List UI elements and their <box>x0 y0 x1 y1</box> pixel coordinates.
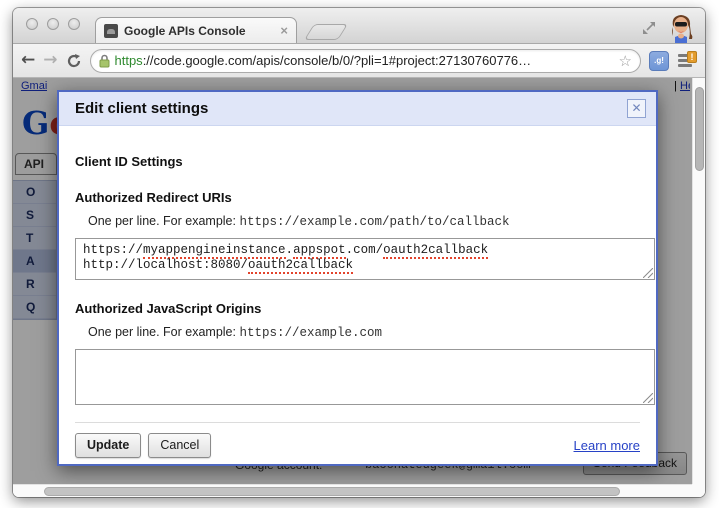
bookmark-star-icon[interactable]: ☆ <box>619 52 632 70</box>
dialog-body: Client ID Settings Authorized Redirect U… <box>59 154 656 458</box>
fullscreen-expand-icon[interactable] <box>641 20 657 36</box>
textarea-line: https://myappengineinstance.appspot.com/… <box>83 243 647 258</box>
tab-close-icon[interactable]: × <box>280 24 288 37</box>
traffic-lights <box>26 18 80 30</box>
scrollbar-corner <box>692 484 705 497</box>
minimize-window-button[interactable] <box>47 18 59 30</box>
tab-google-apis-console[interactable]: Google APIs Console × <box>95 17 297 43</box>
dialog-title: Edit client settings <box>75 100 627 117</box>
text-segment: . <box>286 243 294 257</box>
redirect-uris-textarea[interactable]: https://myappengineinstance.appspot.com/… <box>75 238 655 280</box>
vertical-scrollbar[interactable] <box>692 78 705 484</box>
text-segment: https:// <box>83 243 143 257</box>
new-tab-button[interactable] <box>304 24 348 40</box>
horizontal-scrollbar[interactable] <box>13 484 692 497</box>
misspelled-text: appspot <box>293 243 346 259</box>
redirect-uris-hint: One per line. For example: https://examp… <box>75 214 640 229</box>
horizontal-scrollbar-thumb[interactable] <box>44 487 620 496</box>
edit-client-settings-dialog: Edit client settings ✕ Client ID Setting… <box>57 90 658 466</box>
update-button[interactable]: Update <box>75 433 141 458</box>
cancel-button[interactable]: Cancel <box>148 433 211 458</box>
chrome-menu-icon[interactable]: ! <box>677 51 697 71</box>
close-window-button[interactable] <box>26 18 38 30</box>
address-bar[interactable]: https://code.google.com/apis/console/b/0… <box>90 49 642 73</box>
misspelled-text: oauth2callback <box>383 243 488 259</box>
reload-button[interactable] <box>66 53 82 69</box>
browser-toolbar: ← → https://code.google.com/apis/console… <box>13 44 705 78</box>
dialog-close-icon[interactable]: ✕ <box>627 99 646 118</box>
redirect-uris-heading: Authorized Redirect URIs <box>75 190 640 205</box>
ssl-lock-icon[interactable] <box>99 54 110 68</box>
zoom-window-button[interactable] <box>68 18 80 30</box>
forward-button[interactable]: → <box>43 52 57 69</box>
dialog-header: Edit client settings ✕ <box>59 92 656 126</box>
js-origins-heading: Authorized JavaScript Origins <box>75 301 640 316</box>
footer-divider <box>75 422 640 423</box>
js-origins-hint: One per line. For example: https://examp… <box>75 325 640 340</box>
profile-avatar[interactable] <box>667 12 695 43</box>
dialog-footer: Update Cancel Learn more <box>75 433 640 458</box>
textarea-line: http://localhost:8080/oauth2callback <box>83 258 647 273</box>
client-id-settings-heading: Client ID Settings <box>75 154 640 169</box>
screenshot-stage: Google APIs Console × <box>0 0 719 508</box>
extension-icon[interactable]: .g! <box>649 51 669 71</box>
page-content: Gmail | Help Go API OSTARQ Google accoun… <box>13 78 705 497</box>
favicon-icon <box>104 24 118 38</box>
vertical-scrollbar-thumb[interactable] <box>695 87 704 171</box>
resize-grip-icon[interactable] <box>643 393 653 403</box>
titlebar: Google APIs Console × <box>13 8 705 44</box>
url-scheme: https <box>115 53 143 68</box>
resize-grip-icon[interactable] <box>643 268 653 278</box>
update-badge: ! <box>687 51 697 63</box>
menu-bar <box>678 64 692 67</box>
browser-window: Google APIs Console × <box>13 8 705 497</box>
text-segment: .com/ <box>346 243 384 257</box>
js-origins-textarea[interactable] <box>75 349 655 405</box>
misspelled-text: oauth2callback <box>248 258 353 274</box>
learn-more-link[interactable]: Learn more <box>574 438 640 453</box>
back-button[interactable]: ← <box>21 52 35 69</box>
url-rest: ://code.google.com/apis/console/b/0/?pli… <box>143 53 531 68</box>
misspelled-text: myappengineinstance <box>143 243 286 259</box>
text-segment: http://localhost:8080/ <box>83 258 248 272</box>
url-text: https://code.google.com/apis/console/b/0… <box>115 53 614 68</box>
tab-title: Google APIs Console <box>124 24 274 38</box>
